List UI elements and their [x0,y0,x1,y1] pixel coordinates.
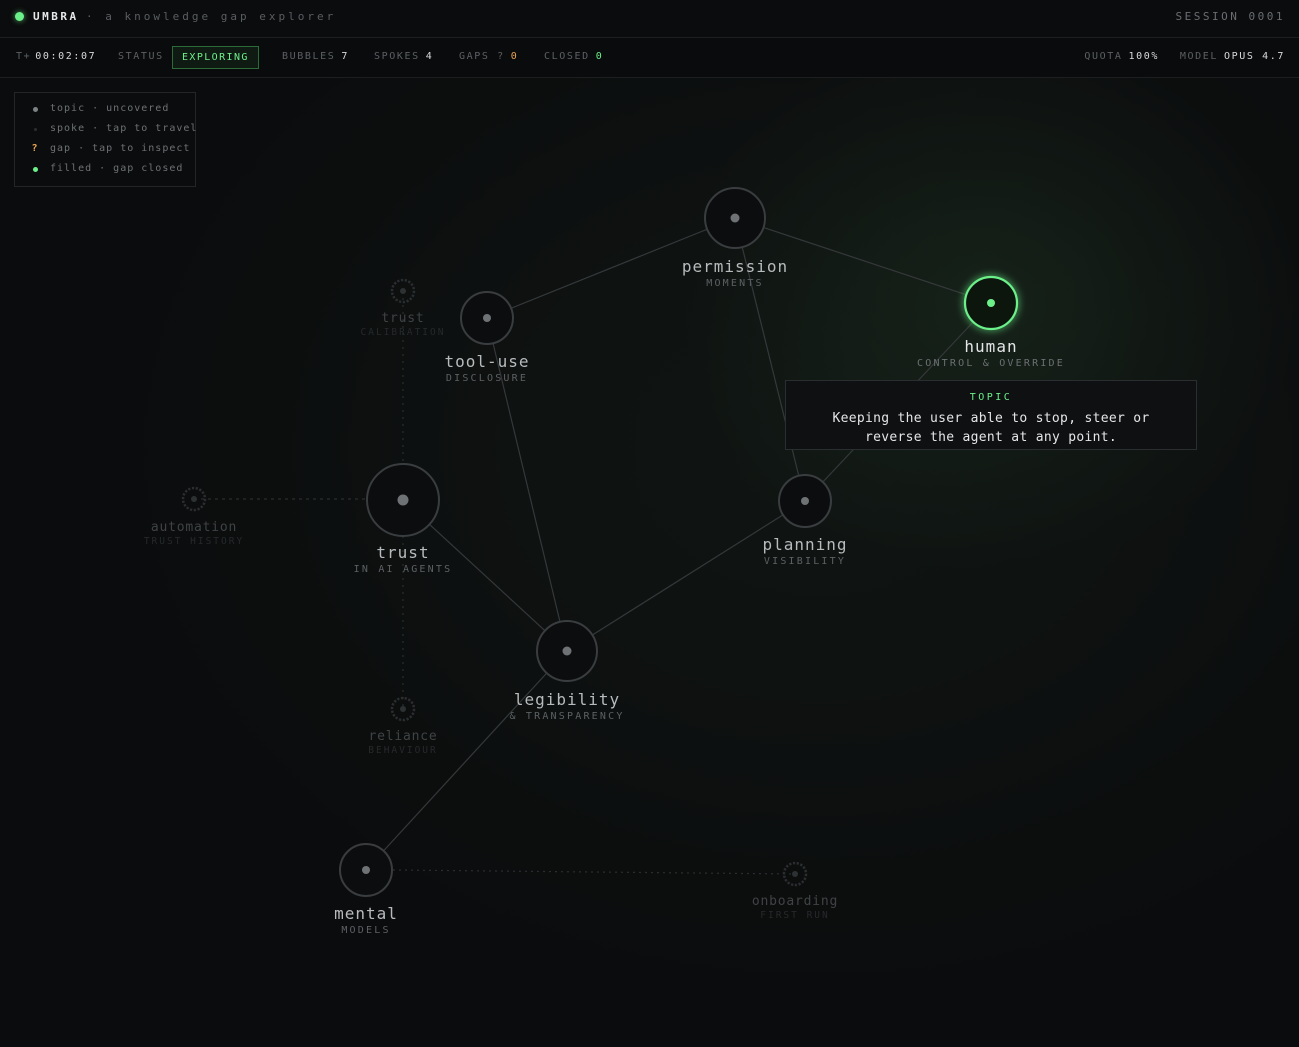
spoke-label-onboarding: onboarding FIRST RUN [751,894,839,921]
spoke-line [392,869,796,875]
node-tool-use[interactable] [460,291,514,345]
node-label-planning: planning VISIBILITY [762,535,848,567]
topic-tooltip: TOPIC Keeping the user able to stop, ste… [785,380,1197,450]
legend-item-topic: topic · uncovered [15,103,195,117]
node-permission[interactable] [704,187,766,249]
tooltip-body: Keeping the user able to stop, steer or … [832,411,1150,445]
spoke-label-automation: automation TRUST HISTORY [143,520,245,547]
spoke-label-reliance: reliance BEHAVIOUR [368,729,438,756]
spoke-node-onboarding[interactable] [782,861,808,887]
edge-planning-legibility [566,500,806,652]
app-window: UMBRA · a knowledge gap explorer SESSION… [0,0,1299,1047]
node-label-mental: mental MODELS [334,904,398,936]
spoke-dot-icon [33,128,37,131]
edge-legibility-mental [365,650,568,871]
spoke-node-reliance[interactable] [390,696,416,722]
filled-dot-icon [32,167,38,172]
topic-dot-icon [32,107,38,112]
spoke-label-trust-calibration: trust CALIBRATION [360,311,446,338]
node-planning[interactable] [778,474,832,528]
node-label-permission: permission MOMENTS [681,257,789,289]
node-mental[interactable] [339,843,393,897]
legend-item-spoke: spoke · tap to travel [15,123,196,137]
node-label-tool-use: tool-use DISCLOSURE [444,352,530,384]
node-label-trust: trust IN AI AGENTS [353,543,453,575]
legend-item-gap: ? gap · tap to inspect [31,143,191,154]
node-trust[interactable] [366,463,440,537]
legend: topic · uncovered spoke · tap to travel … [14,92,196,187]
node-label-human: human CONTROL & OVERRIDE [917,337,1065,369]
node-human[interactable] [963,275,1019,331]
node-legibility[interactable] [536,620,598,682]
legend-item-filled: filled · gap closed [15,163,195,177]
tooltip-kicker: TOPIC [969,392,1013,403]
gap-question-icon: ? [31,143,39,154]
node-label-legibility: legibility & TRANSPARENCY [509,690,625,722]
